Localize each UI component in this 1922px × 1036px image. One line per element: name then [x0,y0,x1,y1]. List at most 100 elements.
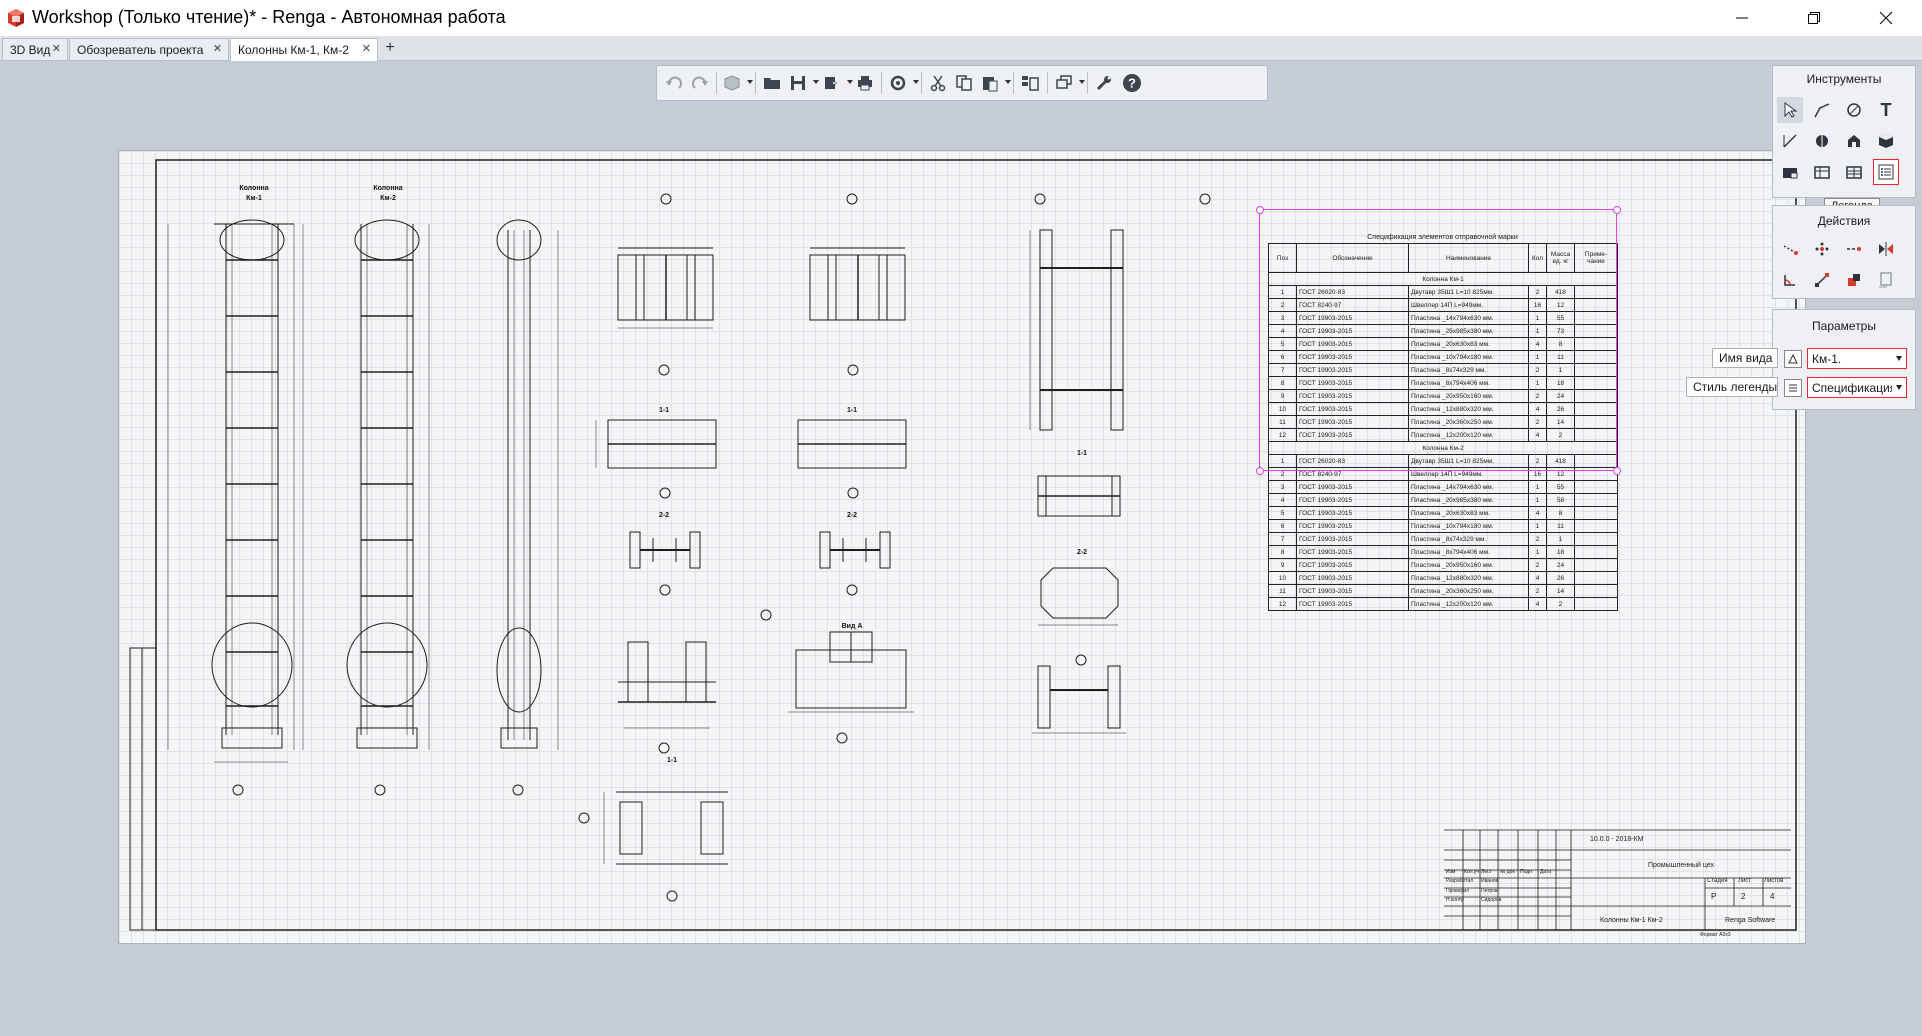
hatch-tool-button[interactable] [1841,97,1867,123]
tab-project-browser[interactable]: Обозреватель проекта ✕ [69,38,229,60]
polyline-icon [1814,103,1830,118]
dropdown-arrow-icon[interactable] [1005,80,1011,84]
column-km2-subtitle: Км-2 [380,195,396,202]
tab-close-icon[interactable]: ✕ [52,42,61,55]
rotate-button[interactable] [1777,267,1803,293]
linear-array-button[interactable] [1841,236,1867,262]
dropdown-arrow-icon[interactable] [913,80,919,84]
levels-icon [1022,76,1039,91]
selection-handle[interactable] [1256,467,1264,475]
section-2-2-right [1038,567,1119,626]
mirror-icon [1879,242,1893,256]
table-tool-button[interactable] [1841,159,1867,185]
table-icon [1846,166,1862,179]
save-button[interactable] [787,72,809,94]
legend-style-select[interactable]: Спецификация [1807,377,1907,398]
view-name-select[interactable]: Км-1. [1807,348,1907,369]
redo-icon [692,76,708,89]
tb-role: Н.контр [1446,897,1464,903]
copy-style-button[interactable] [1873,267,1899,293]
tb-role: Проверил [1446,888,1470,894]
spec-cell: 2 [1546,597,1575,611]
mirror-button[interactable] [1873,236,1899,262]
array-button[interactable] [1809,236,1835,262]
print-button[interactable] [854,72,876,94]
view-tool-button[interactable] [1841,128,1867,154]
params-panel-title: Параметры [1812,319,1876,333]
spec-cell: 11 [1268,584,1297,598]
stamp-icon [1783,168,1798,179]
spec-row: 7 ГОСТ 19903-2015 Пластина _8х74х329 мм. 2 1 [1268,532,1618,546]
param-binding-icon[interactable] [1784,379,1802,397]
selection-handle[interactable] [1613,206,1621,214]
open-button[interactable] [761,72,783,94]
polyline-tool-button[interactable] [1809,97,1835,123]
minimize-button[interactable] [1714,0,1770,36]
window-title: Workshop (Только чтение)* - Renga - Авто… [32,7,506,27]
cube-icon [1879,134,1893,148]
tab-3d-view[interactable]: 3D Вид ✕ [2,38,68,60]
toolbar-separator [881,72,882,94]
dropdown-arrow-icon[interactable] [747,80,753,84]
spec-cell: ГОСТ 19903-2015 [1296,597,1409,611]
sync-button[interactable] [887,72,909,94]
export-button[interactable] [821,72,843,94]
selection-handle[interactable] [1613,467,1621,475]
spec-cell: ГОСТ 19903-2015 [1296,558,1409,572]
undo-button[interactable] [663,72,685,94]
align-button[interactable] [1841,267,1867,293]
spec-cell: ГОСТ 19903-2015 [1296,545,1409,559]
tools-panel-title: Инструменты [1806,72,1882,86]
dropdown-arrow-icon[interactable] [1079,80,1085,84]
3d-view-button[interactable] [721,72,743,94]
close-button[interactable] [1858,0,1914,36]
spec-cell [1574,584,1618,598]
cut-button[interactable] [927,72,949,94]
redo-button[interactable] [689,72,711,94]
tab-columns-drawing[interactable]: Колонны Км-1, Км-2 ✕ [230,38,378,61]
legend-tool-button[interactable] [1873,159,1899,185]
spec-cell: ГОСТ 19903-2015 [1296,532,1409,546]
dropdown-arrow-icon[interactable] [813,80,819,84]
help-button[interactable]: ? [1121,72,1143,94]
selection-handle[interactable] [1256,206,1264,214]
3d-view-icon [724,75,740,91]
view-name-label: Имя вида [1712,348,1778,368]
scale-button[interactable] [1809,267,1835,293]
levels-button[interactable] [1019,72,1041,94]
maximize-button[interactable] [1786,0,1842,36]
spec-cell: 4 [1528,506,1547,520]
spec-cell: Пластина _12х200х120 мм. [1408,597,1529,611]
tb-col: Дата [1540,869,1552,875]
text-tool-button[interactable]: T [1873,97,1899,123]
spec-cell [1574,480,1618,494]
move-button[interactable] [1777,236,1803,262]
tab-close-icon[interactable]: ✕ [362,42,371,55]
export-icon [825,77,839,89]
elevation-mark-button[interactable] [1809,128,1835,154]
dimension-tool-button[interactable] [1777,128,1803,154]
3d-model-button[interactable] [1873,128,1899,154]
section-label: 2-2 [659,512,669,519]
legend-selection-frame[interactable] [1259,209,1617,471]
spec-cell: 2 [1528,558,1547,572]
schedule-tool-button[interactable] [1809,159,1835,185]
tb-col: Изм [1446,869,1456,875]
select-tool-button[interactable] [1777,97,1803,123]
spec-cell [1574,532,1618,546]
section-2-2-b [819,531,891,596]
paste-button[interactable] [979,72,1001,94]
copy-button[interactable] [953,72,975,94]
layers-button[interactable] [1053,72,1075,94]
tab-close-icon[interactable]: ✕ [213,42,222,55]
spec-row: 11 ГОСТ 19903-2015 Пластина _20х360х250 мм… [1268,584,1618,598]
toolbar-separator [921,72,922,94]
sheets-value: 4 [1770,892,1775,901]
stamp-tool-button[interactable] [1777,159,1803,185]
spec-cell [1574,493,1618,507]
settings-button[interactable] [1093,72,1115,94]
add-tab-button[interactable]: + [380,38,400,59]
spec-cell: Пластина _20х985х380 мм. [1408,493,1529,507]
dropdown-arrow-icon[interactable] [847,80,853,84]
param-binding-icon[interactable] [1784,350,1802,368]
